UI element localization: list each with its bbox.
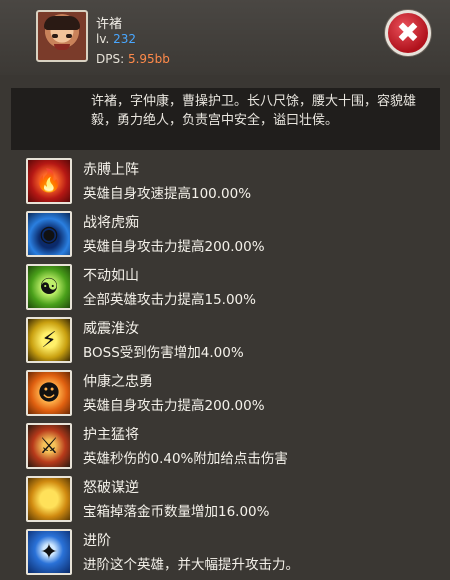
skill-row[interactable]: ☯ 不动如山 全部英雄攻击力提高15.00% [0,262,450,314]
avatar-eye-left [52,34,58,38]
thunder-mask-icon: ⚡ [26,317,72,363]
treasure-chest-icon [26,476,72,522]
skill-title: 仲康之忠勇 [83,374,153,390]
close-button[interactable]: ✖ [385,10,431,56]
skill-row[interactable]: ✦ 进阶 进阶这个英雄，并大幅提升攻击力。 [0,527,450,579]
skill-row[interactable]: ⚔ 护主猛将 英雄秒伤的0.40%附加给点击伤害 [0,421,450,473]
mountain-spirit-icon: ☯ [26,264,72,310]
skill-row[interactable]: 🔥 赤膊上阵 英雄自身攻速提高100.00% [0,156,450,208]
hero-level-label: lv. [96,32,114,46]
advance-emblem-icon: ✦ [26,529,72,575]
skill-desc: 英雄自身攻速提高100.00% [83,186,252,202]
hero-dps: DPS: 5.95bb [96,52,170,66]
hero-dps-value: 5.95bb [127,52,170,66]
skill-title: 威震淮汝 [83,321,139,337]
hero-avatar[interactable] [36,10,88,62]
hero-level: lv. 232 [96,32,136,46]
skill-desc: BOSS受到伤害增加4.00% [83,345,244,361]
skill-row[interactable]: ⚡ 威震淮汝 BOSS受到伤害增加4.00% [0,315,450,367]
skill-title: 战将虎痴 [83,215,139,231]
flame-warrior-icon: 🔥 [26,158,72,204]
tiger-face-icon: ◉ [26,211,72,257]
hero-name: 许褚 [96,17,123,32]
hero-level-value: 232 [113,32,137,46]
skill-desc: 宝箱掉落金币数量增加16.00% [83,504,270,520]
skill-title: 怒破谋逆 [83,480,139,496]
guardian-warrior-icon: ⚔ [26,423,72,469]
skill-title: 不动如山 [83,268,139,284]
hero-dps-label: DPS: [96,52,128,66]
skill-row[interactable]: ☻ 仲康之忠勇 英雄自身攻击力提高200.00% [0,368,450,420]
skill-desc: 英雄自身攻击力提高200.00% [83,239,265,255]
skill-desc: 进阶这个英雄，并大幅提升攻击力。 [83,557,299,573]
skill-title: 赤膊上阵 [83,162,139,178]
skill-desc: 英雄自身攻击力提高200.00% [83,398,265,414]
skill-title: 护主猛将 [83,427,139,443]
skill-title: 进阶 [83,533,111,549]
hero-header: 许褚 lv. 232 DPS: 5.95bb ✖ [0,0,450,75]
avatar-mouth [54,44,70,50]
skill-desc: 英雄秒伤的0.40%附加给点击伤害 [83,451,288,467]
skill-row[interactable]: ◉ 战将虎痴 英雄自身攻击力提高200.00% [0,209,450,261]
avatar-hair [44,16,80,30]
hero-description: 许褚，字仲康，曹操护卫。长八尺馀，腰大十围，容貌雄毅，勇力绝人，负责宫中安全，谥… [11,88,440,150]
close-icon: ✖ [396,16,420,49]
skill-row[interactable]: 怒破谋逆 宝箱掉落金币数量增加16.00% [0,474,450,526]
skill-desc: 全部英雄攻击力提高15.00% [83,292,256,308]
beast-face-icon: ☻ [26,370,72,416]
avatar-eye-right [66,34,72,38]
